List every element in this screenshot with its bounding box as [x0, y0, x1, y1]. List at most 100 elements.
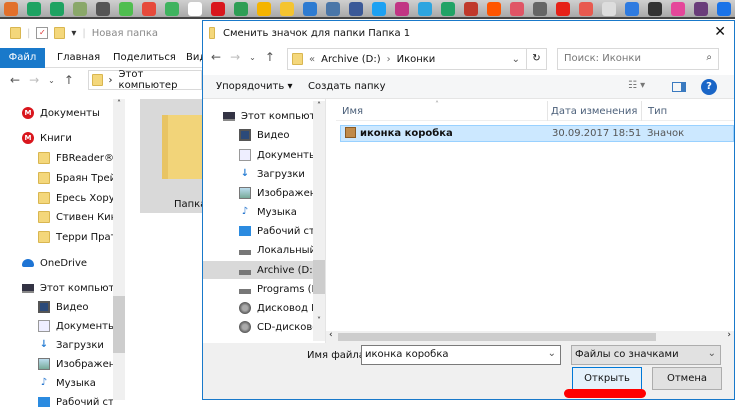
nav-item[interactable]: Изображения	[0, 355, 113, 373]
taskbar-app-icon[interactable]	[441, 2, 455, 16]
taskbar-app-icon[interactable]	[648, 2, 662, 16]
nav-item[interactable]: Programs (E:)	[203, 280, 313, 298]
horizontal-scrollbar[interactable]: ‹ ›	[326, 330, 734, 343]
new-folder-icon[interactable]	[54, 27, 66, 39]
taskbar-app-icon[interactable]	[303, 2, 317, 16]
nav-item[interactable]: Документы	[0, 317, 113, 335]
taskbar-app-icon[interactable]	[50, 2, 64, 16]
nav-item[interactable]: ♪ Музыка	[0, 374, 113, 392]
properties-icon[interactable]: ✓	[36, 27, 49, 39]
address-bar[interactable]: › Этот компьютер	[88, 69, 202, 91]
computer-icon	[22, 283, 34, 293]
organize-button[interactable]: Упорядочить ▾	[216, 81, 292, 92]
new-folder-button[interactable]: Создать папку	[308, 81, 386, 92]
taskbar-app-icon[interactable]	[211, 2, 225, 16]
view-options-icon[interactable]: ☷ ▾	[628, 80, 645, 91]
taskbar-app-icon[interactable]	[326, 2, 340, 16]
address-bar[interactable]: « Archive (D:) › Иконки ⌄ ↻	[287, 48, 547, 70]
tab-home[interactable]: Главная	[57, 52, 100, 63]
nav-item[interactable]: Archive (D:)	[203, 261, 313, 279]
nav-item[interactable]: CD-дисковод (I:	[203, 318, 313, 336]
taskbar-app-icon[interactable]	[487, 2, 501, 16]
taskbar-app-icon[interactable]	[579, 2, 593, 16]
forward-icon[interactable]: →	[29, 73, 39, 89]
forward-icon[interactable]: →	[230, 50, 240, 66]
taskbar-app-icon[interactable]	[510, 2, 524, 16]
back-icon[interactable]: ←	[10, 73, 20, 89]
up-icon[interactable]: ↑	[64, 73, 74, 89]
taskbar-app-icon[interactable]	[165, 2, 179, 16]
file-type-select[interactable]: Файлы со значками ⌄	[571, 345, 721, 365]
nav-item[interactable]: OneDrive	[0, 254, 113, 272]
nav-item[interactable]: Изображения	[203, 184, 313, 202]
refresh-icon[interactable]: ↻	[526, 49, 546, 69]
nav-item[interactable]: Терри Пратчетт	[0, 228, 113, 246]
address-dropdown-icon[interactable]: ⌄	[512, 54, 520, 65]
nav-item[interactable]: Рабочий стол	[0, 393, 113, 411]
nav-item[interactable]: M Документы	[0, 104, 113, 122]
open-button[interactable]: Открыть	[572, 367, 642, 390]
file-row[interactable]: иконка коробка 30.09.2017 18:51 Значок	[340, 125, 734, 142]
folder-tile[interactable]: Папка	[140, 99, 206, 213]
taskbar-app-icon[interactable]	[418, 2, 432, 16]
taskbar-app-icon[interactable]	[395, 2, 409, 16]
taskbar-app-icon[interactable]	[142, 2, 156, 16]
preview-pane-icon[interactable]	[672, 82, 686, 92]
quick-access-dropdown-icon[interactable]: ▾	[71, 28, 76, 39]
nav-item[interactable]: ↓ Загрузки	[203, 165, 313, 183]
nav-item[interactable]: ♪ Музыка	[203, 203, 313, 221]
nav-item[interactable]: Стивен Кинг	[0, 208, 113, 226]
taskbar-app-icon[interactable]	[464, 2, 478, 16]
help-icon[interactable]: ?	[701, 79, 717, 95]
close-button[interactable]: ✕	[714, 24, 726, 40]
taskbar-app-icon[interactable]	[119, 2, 133, 16]
nav-item[interactable]: Браян Трейси -	[0, 169, 113, 187]
column-type[interactable]: Тип	[648, 106, 667, 117]
taskbar-app-icon[interactable]	[717, 2, 731, 16]
taskbar-app-icon[interactable]	[372, 2, 386, 16]
taskbar-app-icon[interactable]	[556, 2, 570, 16]
nav-scrollbar[interactable]: ˄ ˅	[313, 101, 325, 341]
column-date[interactable]: Дата изменения	[551, 106, 637, 117]
recent-dropdown-icon[interactable]: ⌄	[249, 50, 256, 66]
breadcrumb-icons[interactable]: Иконки	[397, 54, 436, 65]
nav-item[interactable]: Рабочий стол	[203, 222, 313, 240]
nav-item[interactable]: ↓ Загрузки	[0, 336, 113, 354]
taskbar-app-icon[interactable]	[73, 2, 87, 16]
nav-item[interactable]: Документы	[203, 146, 313, 164]
nav-item[interactable]: Дисковод BD-RO	[203, 299, 313, 317]
taskbar-app-icon[interactable]	[671, 2, 685, 16]
taskbar-app-icon[interactable]	[694, 2, 708, 16]
tab-share[interactable]: Поделиться	[113, 52, 176, 63]
column-name[interactable]: Имя	[342, 106, 363, 117]
taskbar-app-icon[interactable]	[4, 2, 18, 16]
nav-item[interactable]: Этот компьютер	[203, 107, 313, 125]
up-icon[interactable]: ↑	[265, 50, 275, 66]
breadcrumb-archive[interactable]: Archive (D:)	[321, 54, 380, 65]
taskbar-app-icon[interactable]	[96, 2, 110, 16]
filename-dropdown-icon[interactable]: ⌄	[548, 348, 556, 359]
nav-scrollbar[interactable]: ˄	[113, 99, 125, 400]
taskbar-app-icon[interactable]	[349, 2, 363, 16]
nav-item[interactable]: Видео	[0, 298, 113, 316]
nav-item[interactable]: Локальный дис	[203, 241, 313, 259]
taskbar-app-icon[interactable]	[257, 2, 271, 16]
cancel-button[interactable]: Отмена	[652, 367, 722, 390]
tab-file[interactable]: Файл	[0, 48, 45, 68]
taskbar-app-icon[interactable]	[280, 2, 294, 16]
nav-item[interactable]: FBReader® book	[0, 149, 113, 167]
filename-input[interactable]: иконка коробка ⌄	[361, 345, 561, 365]
search-input[interactable]: Поиск: Иконки ⌕	[557, 48, 719, 70]
back-icon[interactable]: ←	[211, 50, 221, 66]
recent-dropdown-icon[interactable]: ⌄	[48, 73, 55, 89]
taskbar-app-icon[interactable]	[234, 2, 248, 16]
taskbar-app-icon[interactable]	[27, 2, 41, 16]
nav-item[interactable]: Этот компьютер	[0, 279, 113, 297]
taskbar-app-icon[interactable]	[625, 2, 639, 16]
nav-item[interactable]: M Книги	[0, 129, 113, 147]
taskbar-app-icon[interactable]	[533, 2, 547, 16]
nav-item[interactable]: Ересь Хоруса	[0, 189, 113, 207]
taskbar-app-icon[interactable]	[602, 2, 616, 16]
taskbar-app-icon[interactable]	[188, 2, 202, 16]
nav-item[interactable]: Видео	[203, 126, 313, 144]
